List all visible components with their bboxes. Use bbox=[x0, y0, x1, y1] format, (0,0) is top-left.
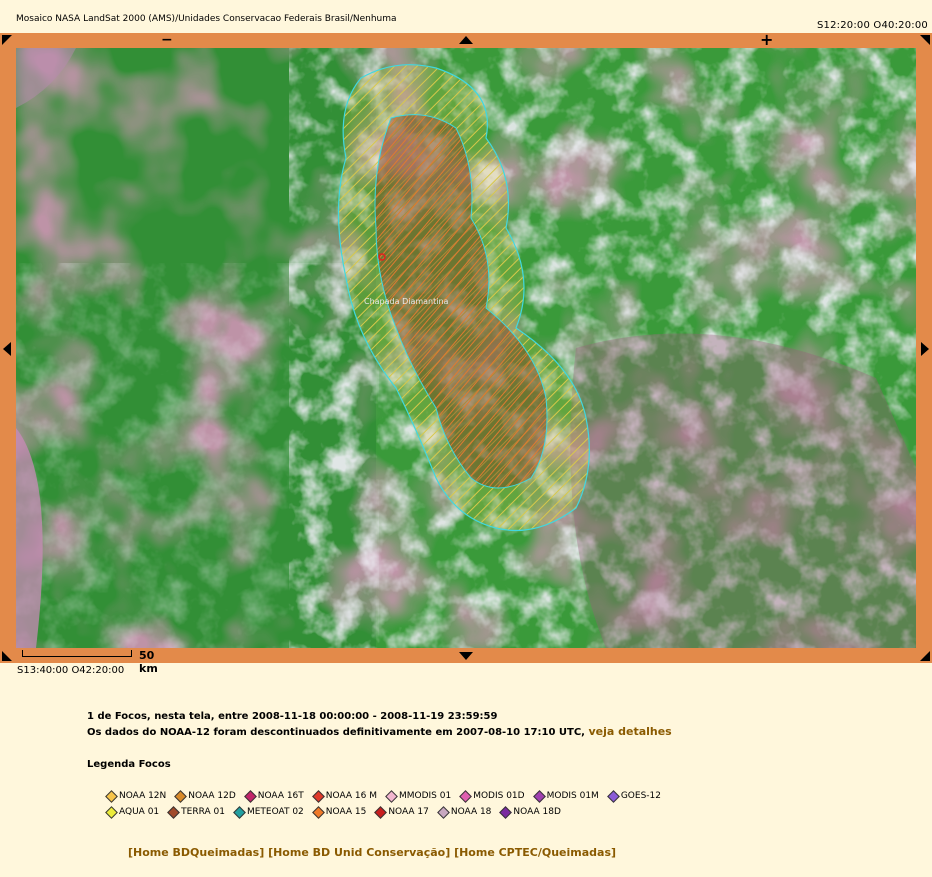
legend-item-label: AQUA 01 bbox=[119, 807, 160, 817]
legend-item-label: GOES-12 bbox=[620, 791, 661, 801]
legend-item: NOAA 16T bbox=[243, 789, 304, 803]
legend-item: MODIS 01M bbox=[532, 789, 599, 803]
pan-northwest-button[interactable] bbox=[2, 35, 12, 45]
zoom-out-button[interactable]: − bbox=[161, 33, 173, 47]
legend-item: NOAA 15 bbox=[311, 805, 367, 819]
diamond-icon bbox=[459, 789, 473, 803]
diamond-icon bbox=[437, 805, 450, 819]
legend-item-label: NOAA 12D bbox=[188, 791, 236, 801]
pan-northeast-button[interactable] bbox=[920, 35, 930, 45]
diamond-icon bbox=[105, 805, 118, 819]
conservation-area-label: Chapada Diamantina bbox=[364, 297, 449, 306]
legend-item-label: MODIS 01M bbox=[546, 791, 599, 801]
legend-item-label: NOAA 15 bbox=[325, 807, 367, 817]
legend-item-label: NOAA 16 M bbox=[325, 791, 377, 801]
legend: NOAA 12N NOAA 12D NOAA 16T NOAA 16 M MMODIS … bbox=[105, 788, 661, 820]
diamond-icon bbox=[532, 789, 546, 803]
legend-item: GOES-12 bbox=[606, 789, 661, 803]
diamond-icon bbox=[233, 805, 246, 819]
legend-item: NOAA 17 bbox=[374, 805, 429, 819]
legend-item-label: NOAA 18D bbox=[513, 807, 561, 817]
legend-item: MMODIS 01 bbox=[385, 789, 452, 803]
home-cptec-queimadas-link[interactable]: [Home CPTEC/Queimadas] bbox=[454, 846, 616, 859]
diamond-icon bbox=[311, 789, 325, 803]
pan-south-button[interactable] bbox=[459, 652, 473, 660]
legend-item-label: NOAA 18 bbox=[450, 807, 492, 817]
diamond-icon bbox=[385, 789, 398, 803]
map-title: Mosaico NASA LandSat 2000 (AMS)/Unidades… bbox=[16, 14, 397, 24]
pan-southeast-button[interactable] bbox=[920, 651, 930, 661]
legend-item-label: MMODIS 01 bbox=[398, 791, 452, 801]
diamond-icon bbox=[174, 789, 188, 803]
legend-item-label: NOAA 12N bbox=[119, 791, 167, 801]
focus-info: 1 de Focos, nesta tela, entre 2008-11-18… bbox=[87, 709, 672, 740]
southwest-coordinate: S13:40:00 O42:20:00 bbox=[17, 665, 125, 676]
legend-item: NOAA 12D bbox=[174, 789, 236, 803]
diamond-icon bbox=[311, 805, 325, 819]
diamond-icon bbox=[167, 805, 181, 819]
legend-item-label: NOAA 17 bbox=[388, 807, 429, 817]
legend-item-label: MODIS 01D bbox=[473, 791, 525, 801]
legend-item-label: METEOAT 02 bbox=[246, 807, 304, 817]
legend-item: NOAA 18D bbox=[499, 805, 561, 819]
legend-item: MODIS 01D bbox=[459, 789, 525, 803]
legend-item: NOAA 16 M bbox=[311, 789, 377, 803]
satellite-map[interactable]: Chapada Diamantina bbox=[16, 48, 916, 648]
legend-item-label: NOAA 16T bbox=[257, 791, 304, 801]
legend-item: AQUA 01 bbox=[105, 805, 160, 819]
pan-west-button[interactable] bbox=[3, 342, 11, 356]
home-bd-unid-conservacao-link[interactable]: [Home BD Unid Conservação] bbox=[268, 846, 450, 859]
noaa-notice: Os dados do NOAA-12 foram descontinuados… bbox=[87, 724, 672, 740]
focus-count-text: 1 de Focos, nesta tela, entre 2008-11-18… bbox=[87, 711, 498, 722]
pan-southwest-button[interactable] bbox=[2, 651, 12, 661]
diamond-icon bbox=[374, 805, 388, 819]
pan-east-button[interactable] bbox=[921, 342, 929, 356]
scale-bar-line bbox=[22, 650, 132, 657]
footer-links: [Home BDQueimadas] [Home BD Unid Conserv… bbox=[128, 846, 616, 859]
legend-item: TERRA 01 bbox=[167, 805, 225, 819]
diamond-icon bbox=[606, 789, 620, 803]
diamond-icon bbox=[499, 805, 513, 819]
pan-north-button[interactable] bbox=[459, 36, 473, 44]
noaa-notice-text: Os dados do NOAA-12 foram descontinuados… bbox=[87, 727, 585, 738]
legend-title: Legenda Focos bbox=[87, 759, 171, 770]
map-imagery: Chapada Diamantina bbox=[16, 48, 916, 648]
legend-item: NOAA 12N bbox=[105, 789, 167, 803]
legend-item: METEOAT 02 bbox=[233, 805, 304, 819]
zoom-in-button[interactable]: + bbox=[760, 32, 773, 48]
diamond-icon bbox=[105, 789, 118, 803]
home-bdqueimadas-link[interactable]: [Home BDQueimadas] bbox=[128, 846, 264, 859]
northeast-coordinate: S12:20:00 O40:20:00 bbox=[816, 20, 928, 31]
details-link[interactable]: veja detalhes bbox=[588, 725, 671, 738]
scale-bar-label: 50 km bbox=[139, 649, 158, 675]
legend-item-label: TERRA 01 bbox=[181, 807, 225, 817]
legend-item: NOAA 18 bbox=[437, 805, 492, 819]
legend-row: NOAA 12N NOAA 12D NOAA 16T NOAA 16 M MMODIS … bbox=[105, 788, 661, 804]
legend-row: AQUA 01 TERRA 01 METEOAT 02 NOAA 15 NOAA 17 N… bbox=[105, 804, 627, 820]
diamond-icon bbox=[243, 789, 257, 803]
